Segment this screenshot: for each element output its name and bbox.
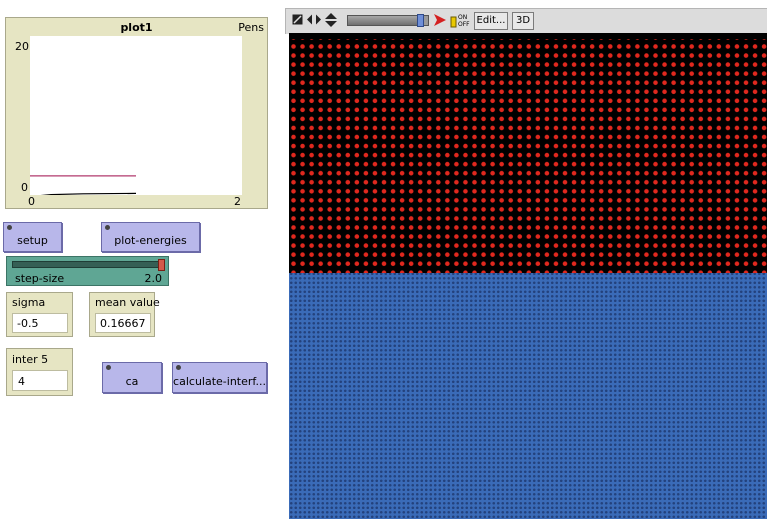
view-toolbar: ON OFF Edit... 3D (285, 8, 767, 34)
plot-energies-button-label: plot-energies (114, 234, 187, 247)
slider-value: 2.0 (144, 272, 163, 285)
plot-series-line-1 (40, 192, 137, 195)
forever-indicator-icon (105, 225, 110, 230)
red-arrow-icon[interactable] (433, 13, 447, 30)
speed-slider-fill (348, 16, 424, 25)
world-top-dots (289, 39, 767, 275)
resize-icon[interactable] (292, 14, 303, 28)
mean-value-value: 0.16667 (100, 317, 146, 330)
world-view[interactable] (289, 33, 767, 519)
plot-area (30, 36, 242, 195)
speed-slider[interactable] (347, 14, 429, 27)
plot-pens-label[interactable]: Pens (238, 21, 264, 34)
mean-value-label: mean value (95, 296, 160, 309)
world-bottom-region (289, 273, 767, 519)
sigma-value-box: -0.5 (12, 313, 68, 333)
plot-energies-button[interactable]: plot-energies (101, 222, 200, 252)
inter5-value: 4 (18, 375, 25, 388)
forever-indicator-icon (7, 225, 12, 230)
plot-x-min: 0 (28, 195, 35, 208)
plot-y-max: 20 (15, 40, 29, 53)
world-grid[interactable] (289, 33, 767, 519)
plot-x-max: 2 (234, 195, 241, 208)
step-size-slider[interactable]: step-size 2.0 (6, 256, 169, 286)
setup-button[interactable]: setup (3, 222, 62, 252)
svg-text:ON: ON (458, 14, 467, 21)
slider-handle[interactable] (158, 259, 165, 271)
mean-value-monitor: mean value 0.16667 (89, 292, 160, 337)
plot-y-min: 0 (21, 181, 28, 194)
setup-button-label: setup (17, 234, 48, 247)
calculate-interf-button-label: calculate-interf... (173, 375, 266, 388)
mean-value-value-box: 0.16667 (95, 313, 151, 333)
vertical-arrows-icon[interactable] (325, 13, 337, 30)
3d-button[interactable]: 3D (512, 12, 534, 30)
plot-title: plot1 (120, 21, 153, 34)
calculate-interf-button[interactable]: calculate-interf... (172, 362, 267, 393)
horizontal-arrows-icon[interactable] (307, 14, 321, 28)
forever-indicator-icon (176, 365, 181, 370)
ca-button[interactable]: ca (102, 362, 162, 393)
forever-indicator-icon (106, 365, 111, 370)
inter5-label: inter 5 (12, 353, 49, 366)
sigma-label: sigma (12, 296, 46, 309)
ca-button-label: ca (125, 375, 139, 388)
plot-widget: plot1 Pens 20 0 0 2 (5, 17, 268, 209)
plot-chart (30, 175, 137, 195)
inter5-value-box: 4 (12, 370, 68, 391)
sigma-value: -0.5 (17, 317, 39, 330)
svg-text:OFF: OFF (458, 21, 470, 28)
slider-label: step-size (15, 272, 65, 285)
inter5-monitor: inter 5 4 (6, 348, 73, 396)
edit-button[interactable]: Edit... (474, 12, 508, 30)
on-off-switch-icon[interactable]: ON OFF (450, 12, 470, 31)
slider-track[interactable] (12, 261, 164, 268)
speed-slider-handle[interactable] (417, 14, 425, 27)
sigma-monitor: sigma -0.5 (6, 292, 73, 337)
